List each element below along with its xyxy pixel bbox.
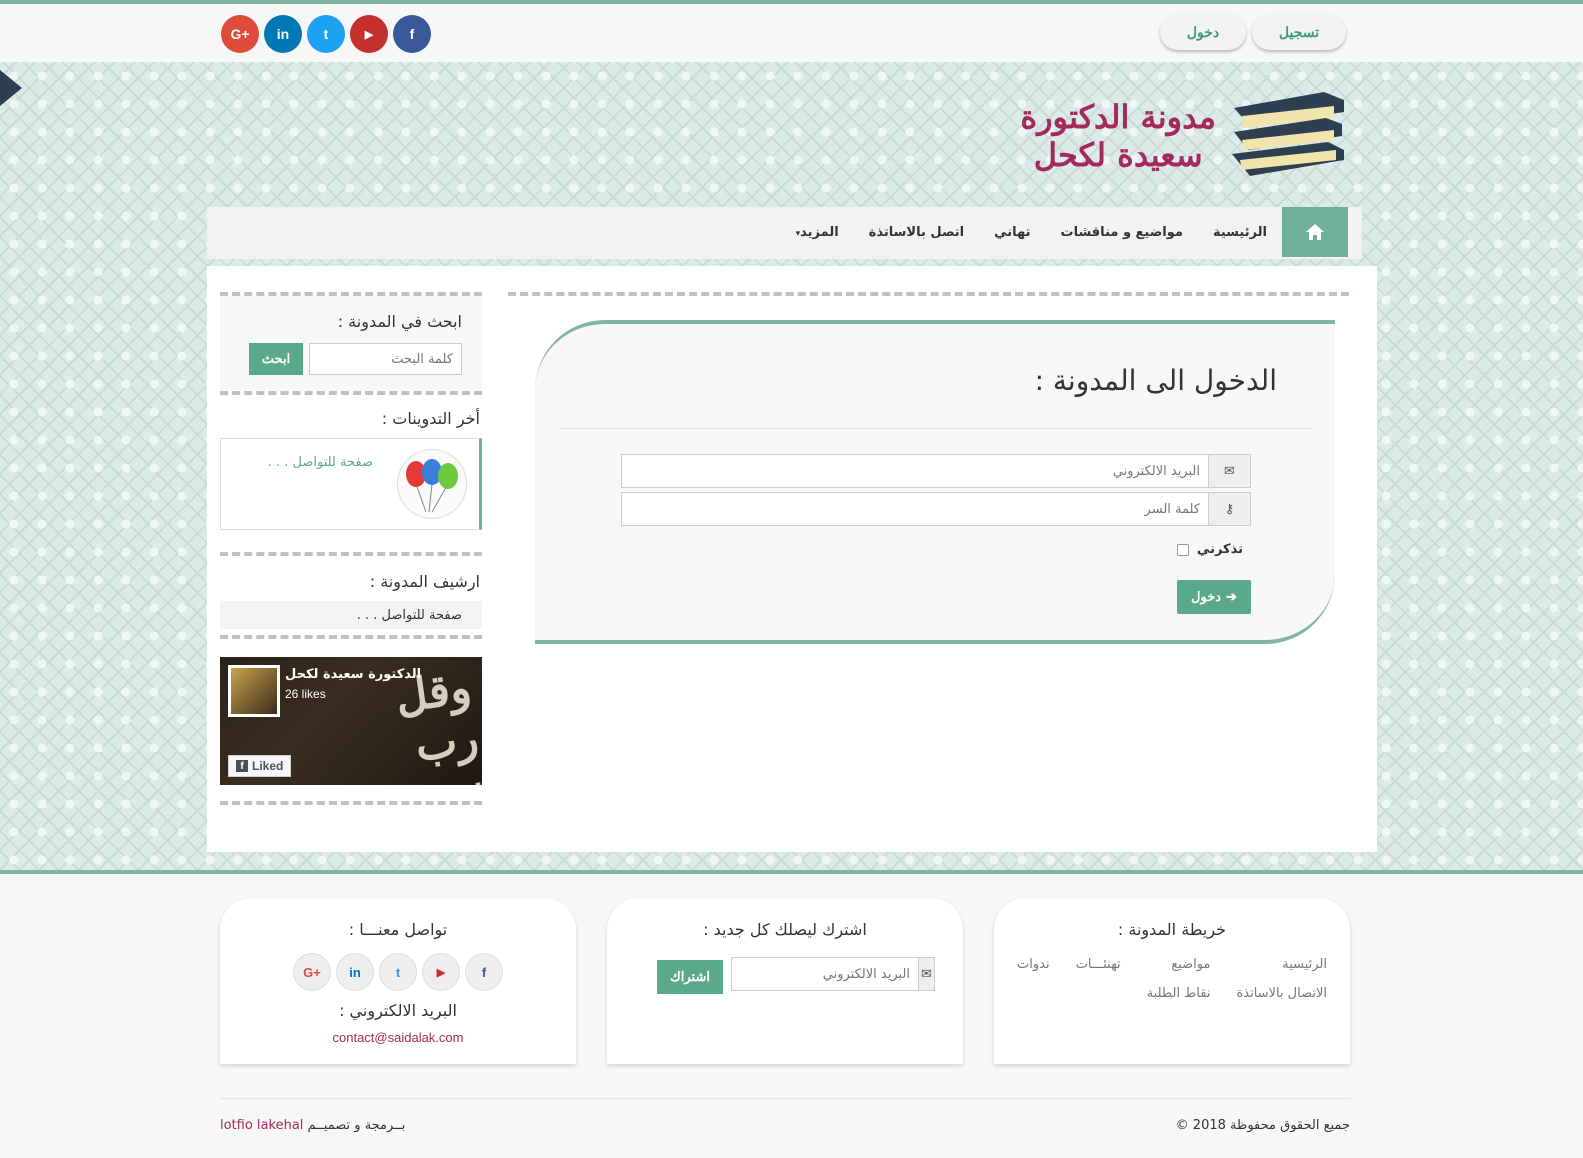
- contact-card: تواصل معنـــا : G+ in t ▶ f البريد الالك…: [220, 898, 576, 1064]
- nav-item-home[interactable]: الرئيسية: [1213, 225, 1267, 240]
- contact-title: تواصل معنـــا :: [348, 920, 448, 939]
- nav-home-button[interactable]: [1282, 207, 1348, 257]
- subscribe-button[interactable]: اشتراك: [657, 960, 723, 994]
- facebook-icon[interactable]: f: [465, 953, 503, 991]
- subscribe-card: اشترك ليصلك كل جديد : ✉ اشتراك: [607, 898, 963, 1064]
- sitemap-link-contact[interactable]: الاتصال بالاساتذة: [1236, 986, 1327, 1001]
- fb-page-likes: 26 likes: [285, 687, 326, 701]
- nav-item-contact-professors[interactable]: اتصل بالاساتذة: [869, 225, 964, 240]
- archive-title: ارشيف المدونة :: [369, 572, 480, 591]
- logo-line-2: سعيدة لكحل: [1033, 136, 1203, 174]
- remember-label: تذكرني: [1196, 542, 1243, 557]
- email-title: البريد الالكتروني :: [339, 1001, 457, 1020]
- recent-post-link[interactable]: صفحة للتواصل . . .: [268, 455, 373, 470]
- fb-page-avatar: [228, 665, 280, 717]
- main-navbar: الرئيسية مواضيع و مناقشات تهاني اتصل بال…: [207, 207, 1362, 259]
- login-submit-button[interactable]: ➔ دخول: [1177, 580, 1251, 614]
- recent-posts-title: أخر التدوينات :: [381, 409, 480, 428]
- site-logo[interactable]: مدونة الدكتورة سعيدة لكحل: [1020, 98, 1216, 174]
- linkedin-icon[interactable]: in: [336, 953, 374, 991]
- sitemap-link-home[interactable]: الرئيسية: [1236, 957, 1327, 972]
- login-submit-label: دخول: [1191, 589, 1222, 604]
- footer-accent-line: [0, 870, 1583, 874]
- password-input-group: ⚷: [621, 492, 1251, 526]
- balloons-thumbnail: [397, 449, 467, 519]
- main-content: الدخول الى المدونة : ✉ ⚷ تذكرني ➔ دخول ا…: [207, 266, 1377, 852]
- credits-name-link[interactable]: lotfio lakehal: [220, 1118, 303, 1133]
- email-input-group: ✉: [621, 454, 1251, 488]
- sidebar-toggle-icon[interactable]: [0, 70, 22, 106]
- google-plus-icon[interactable]: G+: [293, 953, 331, 991]
- remember-me: تذكرني: [1176, 542, 1243, 557]
- sidebar-divider: [220, 635, 482, 639]
- login-card: الدخول الى المدونة : ✉ ⚷ تذكرني ➔ دخول: [535, 320, 1335, 644]
- envelope-icon: ✉: [1208, 455, 1250, 487]
- recent-post-item[interactable]: صفحة للتواصل . . .: [220, 438, 482, 530]
- register-button[interactable]: تسجيل: [1252, 14, 1346, 50]
- sitemap-link-greetings[interactable]: تهنئـــات: [1076, 957, 1121, 972]
- login-separator: [559, 428, 1311, 429]
- sitemap-title: خريطة المدونة :: [1117, 920, 1227, 939]
- copyright-text: جميع الحقوق محفوظة 2018 ©: [1175, 1118, 1350, 1133]
- top-bar: تسجيل دخول f ▶ t in G+: [0, 4, 1583, 62]
- nav-item-more[interactable]: المزيد▾: [796, 225, 839, 240]
- fb-liked-label: Liked: [252, 759, 284, 773]
- search-button[interactable]: ابحث: [249, 343, 303, 375]
- search-title: ابحث في المدونة :: [337, 312, 462, 331]
- contact-email-link[interactable]: contact@saidalak.com: [220, 1030, 576, 1045]
- remember-checkbox[interactable]: [1176, 543, 1189, 556]
- sidebar: ابحث في المدونة : ابحث أخر التدوينات : ص…: [220, 292, 482, 805]
- sign-in-icon: ➔: [1226, 589, 1237, 604]
- linkedin-icon[interactable]: in: [264, 15, 302, 53]
- logo-line-1: مدونة الدكتورة: [1020, 98, 1216, 136]
- key-icon: ⚷: [1208, 493, 1250, 525]
- youtube-icon[interactable]: ▶: [422, 953, 460, 991]
- youtube-icon[interactable]: ▶: [350, 15, 388, 53]
- fb-liked-button[interactable]: f Liked: [228, 755, 292, 777]
- subscribe-email-field[interactable]: [732, 958, 918, 990]
- content-divider: [508, 292, 1349, 296]
- facebook-page-widget[interactable]: وقل رب زدني علما الدكتورة سعيدة لكحل 26 …: [220, 657, 482, 785]
- password-field[interactable]: [622, 493, 1208, 525]
- nav-more-label: المزيد: [800, 224, 839, 240]
- login-button[interactable]: دخول: [1160, 14, 1246, 50]
- twitter-icon[interactable]: t: [379, 953, 417, 991]
- archive-item[interactable]: صفحة للتواصل . . .: [220, 601, 482, 629]
- sitemap-link-grades[interactable]: نقاط الطلبة: [1147, 986, 1211, 1001]
- credits-text: lotfio lakehal بــرمجة و تصميــم: [220, 1118, 405, 1133]
- login-title: الدخول الى المدونة :: [1034, 364, 1277, 397]
- nav-item-greetings[interactable]: تهاني: [994, 225, 1030, 240]
- sitemap-card: خريطة المدونة : الرئيسية مواضيع تهنئـــا…: [994, 898, 1350, 1064]
- nav-item-topics[interactable]: مواضيع و مناقشات: [1061, 225, 1183, 240]
- facebook-icon[interactable]: f: [393, 15, 431, 53]
- fb-page-name[interactable]: الدكتورة سعيدة لكحل: [285, 667, 421, 682]
- sitemap-link-topics[interactable]: مواضيع: [1147, 957, 1210, 972]
- facebook-icon: f: [236, 760, 248, 772]
- search-input[interactable]: [309, 343, 462, 375]
- footer-separator: [220, 1098, 1350, 1099]
- google-plus-icon[interactable]: G+: [221, 15, 259, 53]
- sitemap-link-seminars[interactable]: ندوات: [1017, 957, 1050, 972]
- email-field[interactable]: [622, 455, 1208, 487]
- books-logo-icon: [1228, 88, 1348, 184]
- envelope-icon: ✉: [918, 958, 934, 990]
- sidebar-divider: [220, 801, 482, 805]
- credits-prefix: بــرمجة و تصميــم: [307, 1118, 406, 1133]
- home-icon: [1306, 224, 1324, 240]
- subscribe-title: اشترك ليصلك كل جديد :: [703, 920, 867, 939]
- twitter-icon[interactable]: t: [307, 15, 345, 53]
